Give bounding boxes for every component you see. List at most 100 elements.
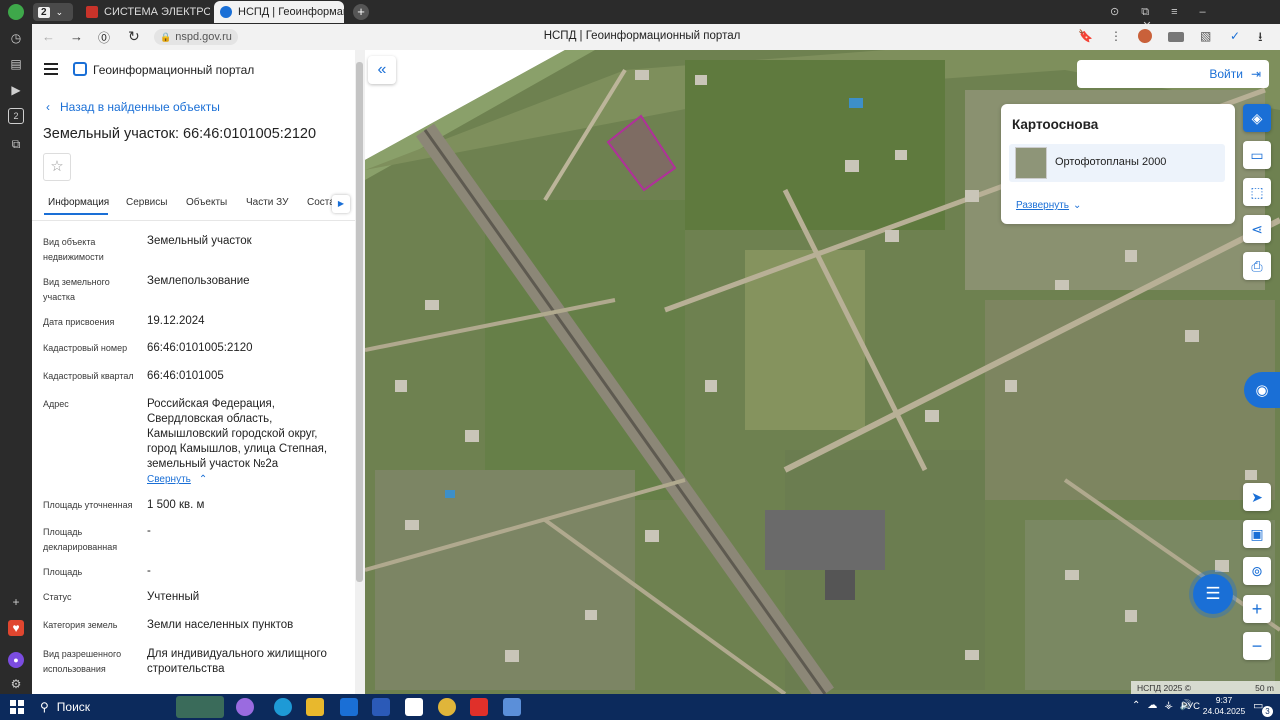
layers-button[interactable]: ◈ <box>1243 104 1271 132</box>
clock-date: 24.04.2025 <box>1202 706 1246 716</box>
minimap-button[interactable]: ▣ <box>1243 520 1271 548</box>
map-attribution: НСПД 2025 © 50 m <box>1131 681 1280 694</box>
basemap-option[interactable]: Ортофотопланы 2000 <box>1009 144 1225 182</box>
reader-icon[interactable] <box>1168 32 1184 42</box>
print-button[interactable]: ⎙ <box>1243 252 1271 280</box>
search-highlight-image[interactable] <box>176 696 224 718</box>
basemap-option-label: Ортофотопланы 2000 <box>1055 156 1167 168</box>
field-label: Кадастровый квартал <box>43 371 134 381</box>
tabs-scroll-right-icon[interactable]: ▶ <box>332 195 350 213</box>
login-icon: ⇥ <box>1250 67 1261 81</box>
new-tab-button[interactable]: + <box>353 4 369 20</box>
locate-button[interactable]: ➤ <box>1243 483 1271 511</box>
chevron-down-icon: ⌄ <box>55 6 64 17</box>
share-button[interactable]: ⋖ <box>1243 215 1271 243</box>
tab-sistema[interactable]: СИСТЕМА ЭЛЕКТРОННО <box>80 1 210 23</box>
portal-name: Геоинформационный портал <box>93 63 255 77</box>
reload-icon[interactable]: ↻ <box>128 28 140 45</box>
minimap-icon: ▣ <box>1250 525 1264 542</box>
collapse-address-link[interactable]: Свернуть ⌃ <box>147 474 207 485</box>
menu-icon[interactable] <box>44 63 58 75</box>
tab-services[interactable]: Сервисы <box>126 197 167 208</box>
collapse-label: Свернуть <box>147 474 191 485</box>
clock[interactable]: 9:37 24.04.2025 <box>1202 695 1246 717</box>
assistant-tab-icon[interactable]: ◉ <box>1244 372 1280 408</box>
basemap-title: Картооснова <box>1012 117 1099 132</box>
attribution-text: НСПД 2025 © <box>1137 682 1192 693</box>
word-icon[interactable] <box>372 698 390 716</box>
store-icon[interactable] <box>503 698 521 716</box>
play-icon[interactable]: ▶ <box>8 82 24 98</box>
download-icon[interactable]: ⭳ <box>1258 28 1263 50</box>
collections-icon[interactable]: ▤ <box>8 56 24 72</box>
url-text: nspd.gov.ru <box>175 31 232 43</box>
downloads-badge-icon[interactable]: ✓ <box>1230 29 1240 43</box>
settings-icon[interactable]: ⚙ <box>8 676 24 692</box>
screenshot-icon[interactable]: ⧉ <box>8 136 24 152</box>
geo-search-button[interactable]: ⊚ <box>1243 557 1271 585</box>
start-button[interactable] <box>10 700 24 714</box>
add-icon[interactable]: + <box>8 594 24 610</box>
profile-icon[interactable] <box>8 4 24 20</box>
protect-icon[interactable]: ⓪ <box>98 29 110 46</box>
search-icon: ⚲ <box>40 700 49 714</box>
notification-count-badge: 3 <box>1262 706 1273 717</box>
print-icon: ⎙ <box>1251 257 1263 274</box>
expand-link[interactable]: Развернуть ⌄ <box>1016 200 1081 211</box>
tab-info[interactable]: Информация <box>48 197 109 208</box>
back-to-results-link[interactable]: ‹ Назад в найденные объекты <box>46 100 220 114</box>
badge-two-icon[interactable]: 2 <box>8 108 24 124</box>
yandex-browser-icon[interactable] <box>438 698 456 716</box>
journal-icon[interactable] <box>405 698 423 716</box>
select-area-button[interactable]: ⬚ <box>1243 178 1271 206</box>
chevron-left-icon: ‹ <box>46 100 50 114</box>
layers-icon: ◈ <box>1251 109 1263 126</box>
yandex-icon[interactable] <box>470 698 488 716</box>
lang-indicator[interactable]: РУС <box>1181 701 1200 712</box>
bookmark-icon[interactable]: 🔖 <box>1078 29 1093 43</box>
collections-icon[interactable]: ▧ <box>1200 29 1211 43</box>
map-view[interactable]: « Войти ⇥ Картооснова Ортофотопланы 2000… <box>365 50 1280 694</box>
scrollbar-thumb[interactable] <box>356 62 363 582</box>
zoom-in-button[interactable]: + <box>1243 595 1271 623</box>
field-value: 66:46:0101005 <box>147 370 224 382</box>
more-icon[interactable]: ⋮ <box>1110 29 1122 43</box>
explorer-icon[interactable] <box>306 698 324 716</box>
tab-count-badge: 2 <box>38 6 50 18</box>
login-button[interactable]: Войти ⇥ <box>1077 60 1269 88</box>
scale-text: 50 m <box>1255 682 1274 693</box>
app-red-icon[interactable]: ♥ <box>8 620 24 636</box>
tab-groups-button[interactable]: 2 ⌄ <box>33 3 73 21</box>
outlook-icon[interactable] <box>340 698 358 716</box>
taskbar-search[interactable]: ⚲ Поиск <box>40 700 90 714</box>
field-value: Для индивидуального жилищного строительс… <box>147 648 327 675</box>
ruler-icon: ▭ <box>1250 146 1264 163</box>
back-icon[interactable]: ← <box>42 29 55 44</box>
field-value: 19.12.2024 <box>147 315 205 327</box>
tab-objects[interactable]: Объекты <box>186 197 227 208</box>
object-title: Земельный участок: 66:46:0101005:2120 <box>43 126 317 142</box>
login-label: Войти <box>1209 67 1243 81</box>
field-value: - <box>147 525 151 537</box>
favorite-star-icon[interactable]: ☆ <box>43 153 71 181</box>
chat-button[interactable]: ☰ <box>1193 574 1233 614</box>
extension-icon[interactable] <box>1138 29 1152 43</box>
zoom-in-icon: + <box>1251 598 1263 619</box>
forward-icon[interactable]: → <box>70 29 83 44</box>
search-label: Поиск <box>56 700 91 714</box>
tab-parts[interactable]: Части ЗУ <box>246 197 288 208</box>
field-label: Категория земель <box>43 620 118 630</box>
url-field[interactable]: 🔒 nspd.gov.ru <box>154 29 238 45</box>
alice-icon[interactable]: ● <box>8 652 24 668</box>
copilot-icon[interactable] <box>236 698 254 716</box>
portal-logo-icon <box>73 62 87 76</box>
lock-icon: 🔒 <box>160 31 172 42</box>
windows-taskbar: ⚲ Поиск ⌃☁⚶🔊 РУС 9:37 24.04.2025 ▭ 3 <box>0 694 1280 720</box>
field-value: 66:46:0101005:2120 <box>147 342 253 354</box>
edge-icon[interactable] <box>274 698 292 716</box>
ruler-button[interactable]: ▭ <box>1243 141 1271 169</box>
history-icon[interactable]: ◷ <box>8 30 24 46</box>
zoom-out-button[interactable]: − <box>1243 632 1271 660</box>
tab-nspd[interactable]: НСПД | Геоинформац ✕ <box>214 1 344 23</box>
collapse-panel-button[interactable]: « <box>368 56 396 84</box>
